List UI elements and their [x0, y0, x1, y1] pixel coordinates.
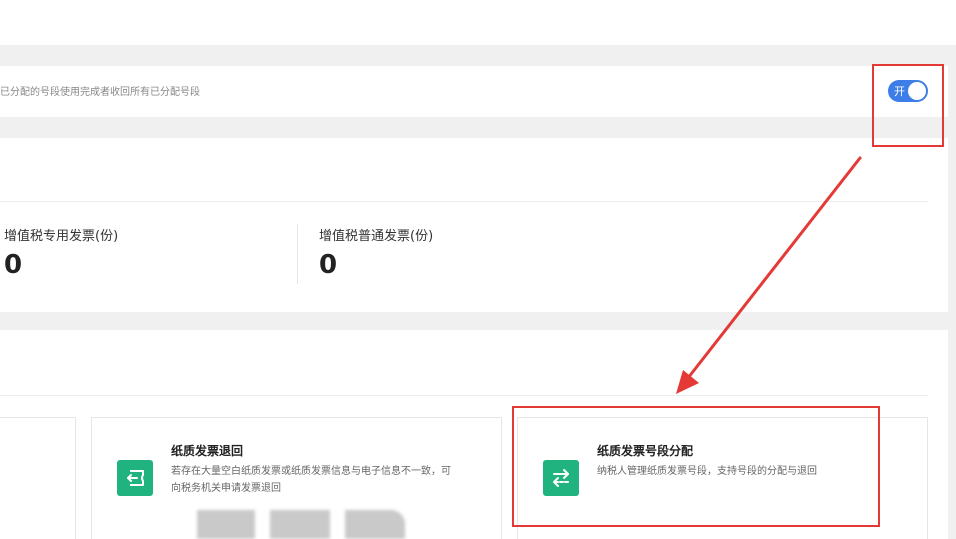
- stat-normal-invoice: 增值税普通发票(份) 0: [319, 225, 433, 278]
- function-divider: [0, 395, 928, 396]
- toggle-knob: [908, 82, 926, 100]
- card-description: 若存在大量空白纸质发票或纸质发票信息与电子信息不一致，可 向税务机关申请发票退回: [171, 463, 491, 497]
- blurred-region: [345, 510, 405, 539]
- function-card-partial[interactable]: [0, 417, 76, 539]
- stat-separator: [297, 224, 298, 284]
- return-icon: [117, 460, 153, 496]
- card-title: 纸质发票退回: [171, 444, 244, 458]
- function-panel: 纸质发票退回 若存在大量空白纸质发票或纸质发票信息与电子信息不一致，可 向税务机…: [0, 330, 948, 539]
- card-desc-line: 纳税人管理纸质发票号段，支持号段的分配与退回: [597, 466, 817, 477]
- stat-label: 增值税专用发票(份): [4, 229, 119, 244]
- stat-special-invoice: 增值税专用发票(份) 0: [4, 225, 118, 278]
- top-bar: [0, 0, 956, 45]
- stat-label: 增值税普通发票(份): [319, 229, 434, 244]
- invoice-stats-panel: 增值税专用发票(份) 0 增值税普通发票(份) 0: [0, 138, 948, 312]
- toggle-label: 开: [894, 85, 905, 98]
- stat-value: 0: [319, 250, 338, 280]
- blurred-region: [197, 510, 255, 539]
- stats-divider: [0, 201, 928, 202]
- card-desc-line: 向税务机关申请发票退回: [171, 483, 281, 494]
- allocation-setting-row: 已分配的号段使用完成者收回所有已分配号段 开: [0, 66, 948, 117]
- card-paper-invoice-allocation[interactable]: 纸质发票号段分配 纳税人管理纸质发票号段，支持号段的分配与退回: [517, 417, 928, 539]
- card-desc-line: 若存在大量空白纸质发票或纸质发票信息与电子信息不一致，可: [171, 466, 451, 477]
- recall-toggle-switch[interactable]: 开: [888, 80, 928, 102]
- stat-value: 0: [4, 250, 23, 280]
- card-title: 纸质发票号段分配: [597, 444, 694, 458]
- blurred-region: [270, 510, 330, 539]
- card-description: 纳税人管理纸质发票号段，支持号段的分配与退回: [597, 463, 917, 480]
- setting-description: 已分配的号段使用完成者收回所有已分配号段: [0, 87, 200, 98]
- exchange-icon: [543, 460, 579, 496]
